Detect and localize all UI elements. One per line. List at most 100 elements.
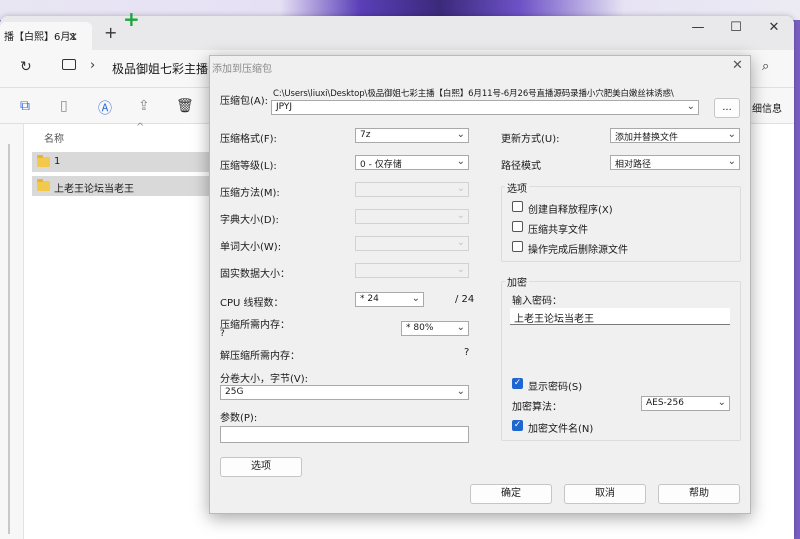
method-label: 压缩方法(M): — [220, 188, 280, 199]
minimize-icon[interactable]: — — [688, 20, 708, 35]
browse-button[interactable]: ... — [714, 98, 740, 118]
decompress-memory-label: 解压缩所需内存： — [220, 351, 300, 362]
folder-icon — [37, 155, 50, 167]
ok-button[interactable]: 确定 — [470, 484, 552, 504]
word-size-label: 单词大小(W): — [220, 242, 282, 253]
split-size-label: 分卷大小，字节(V): — [220, 374, 309, 385]
format-label: 压缩格式(F): — [220, 134, 277, 145]
close-icon[interactable]: ✕ — [732, 58, 743, 73]
details-label[interactable]: 细信息 — [752, 100, 782, 115]
list-item[interactable]: 上老王论坛当老王 — [32, 176, 210, 196]
password-value: 上老王论坛当老王 — [514, 314, 594, 325]
options-group-title: 选项 — [505, 180, 529, 195]
cpu-threads-select[interactable]: * 24 ⌄ — [355, 292, 424, 307]
new-tab-icon[interactable]: + — [104, 23, 117, 42]
memory-select[interactable]: * 80% ⌄ — [401, 321, 469, 336]
word-size-select[interactable]: ⌄ — [355, 236, 469, 251]
column-header-name[interactable]: 名称 — [44, 130, 64, 145]
level-value: 0 - 仅存储 — [360, 160, 402, 170]
archive-label: 压缩包(A): — [220, 96, 269, 107]
params-label: 参数(P): — [220, 413, 258, 424]
dictionary-label: 字典大小(D): — [220, 215, 279, 226]
tab-bar: 播【白熙】6月1 ✕ + — ☐ ✕ — [0, 16, 794, 50]
share-icon[interactable]: ⇪ — [138, 98, 150, 114]
cpu-threads-value: * 24 — [360, 294, 379, 304]
chevron-right-icon[interactable]: › — [90, 58, 95, 73]
tab-label: 播【白熙】6月1 — [4, 32, 77, 43]
file-name: 上老王论坛当老王 — [54, 184, 134, 195]
chevron-down-icon: ⌄ — [456, 156, 465, 167]
explorer-tab[interactable]: 播【白熙】6月1 ✕ — [0, 22, 92, 50]
path-mode-select[interactable]: 相对路径 ⌄ — [610, 155, 740, 170]
shared-checkbox[interactable] — [512, 221, 523, 232]
delete-icon[interactable]: 🗑 — [176, 98, 194, 114]
encrypt-names-checkbox[interactable]: ✓ — [512, 420, 523, 431]
delete-after-checkbox[interactable] — [512, 241, 523, 252]
chevron-down-icon: ⌄ — [411, 293, 420, 304]
method-select[interactable]: ⌄ — [355, 182, 469, 197]
password-label: 输入密码： — [512, 296, 562, 307]
password-input[interactable]: 上老王论坛当老王 — [510, 308, 730, 325]
chevron-down-icon: ⌄ — [727, 156, 736, 167]
split-size-value: 25G — [225, 387, 244, 397]
breadcrumb[interactable]: 极品御姐七彩主播 — [112, 60, 208, 77]
cpu-total: / 24 — [455, 294, 475, 305]
chevron-down-icon: ⌄ — [456, 210, 465, 221]
archive-name-combo[interactable]: JPYJ ⌄ — [271, 100, 699, 115]
chevron-down-icon: ⌄ — [686, 101, 695, 112]
help-button[interactable]: 帮助 — [658, 484, 740, 504]
algorithm-select[interactable]: AES-256 ⌄ — [641, 396, 730, 411]
chevron-down-icon: ⌄ — [456, 386, 465, 397]
sfx-checkbox[interactable] — [512, 201, 523, 212]
memory-label: 压缩所需内存： — [220, 320, 290, 331]
copy-icon[interactable]: ⧉ — [20, 98, 30, 114]
close-window-icon[interactable]: ✕ — [764, 20, 784, 35]
algorithm-label: 加密算法： — [512, 402, 562, 413]
search-icon[interactable]: ⌕ — [762, 59, 769, 74]
solid-size-select[interactable]: ⌄ — [355, 263, 469, 278]
delete-after-label[interactable]: 操作完成后删除源文件 — [528, 241, 628, 256]
archive-name-value: JPYJ — [276, 102, 293, 112]
show-password-label[interactable]: 显示密码(S) — [528, 378, 582, 393]
cancel-button[interactable]: 取消 — [564, 484, 646, 504]
decompress-memory-value: ? — [464, 347, 470, 358]
tab-close-icon[interactable]: ✕ — [68, 30, 78, 44]
encryption-group-title: 加密 — [505, 274, 529, 289]
chevron-down-icon: ⌄ — [456, 322, 465, 333]
chevron-down-icon: ⌄ — [456, 129, 465, 140]
nav-scrollbar[interactable] — [8, 144, 10, 534]
refresh-icon[interactable]: ↻ — [20, 59, 32, 75]
file-name: 1 — [54, 156, 61, 167]
chevron-down-icon: ⌄ — [456, 183, 465, 194]
dictionary-select[interactable]: ⌄ — [355, 209, 469, 224]
shared-label[interactable]: 压缩共享文件 — [528, 221, 588, 236]
cpu-label: CPU 线程数： — [220, 298, 284, 309]
options-button[interactable]: 选项 — [220, 457, 302, 477]
path-mode-value: 相对路径 — [615, 160, 652, 170]
rename-icon[interactable]: Ⓐ — [98, 98, 112, 118]
paste-icon[interactable]: ▯ — [60, 98, 68, 114]
add-to-archive-dialog: 添加到压缩包 ✕ 压缩包(A): C:\Users\liuxi\Desktop\… — [209, 55, 751, 514]
sort-caret-icon: ^ — [136, 122, 145, 133]
update-mode-value: 添加并替换文件 — [615, 133, 679, 143]
navigation-pane — [0, 124, 24, 539]
crosshair-cursor-icon: + — [123, 7, 140, 31]
format-select[interactable]: 7z ⌄ — [355, 128, 469, 143]
encrypt-names-label[interactable]: 加密文件名(N) — [528, 420, 593, 435]
maximize-icon[interactable]: ☐ — [726, 20, 746, 35]
path-mode-label: 路径模式 — [501, 161, 541, 172]
list-item[interactable]: 1 — [32, 152, 210, 172]
computer-icon[interactable] — [62, 59, 76, 70]
chevron-down-icon: ⌄ — [717, 397, 726, 408]
params-input[interactable] — [220, 426, 469, 443]
show-password-checkbox[interactable]: ✓ — [512, 378, 523, 389]
split-size-select[interactable]: 25G ⌄ — [220, 385, 469, 400]
folder-icon — [37, 179, 50, 191]
level-select[interactable]: 0 - 仅存储 ⌄ — [355, 155, 469, 170]
sfx-label[interactable]: 创建自释放程序(X) — [528, 201, 613, 216]
chevron-down-icon: ⌄ — [456, 237, 465, 248]
update-mode-label: 更新方式(U): — [501, 134, 560, 145]
algorithm-value: AES-256 — [646, 398, 684, 408]
memory-value: * 80% — [406, 323, 434, 333]
update-mode-select[interactable]: 添加并替换文件 ⌄ — [610, 128, 740, 143]
